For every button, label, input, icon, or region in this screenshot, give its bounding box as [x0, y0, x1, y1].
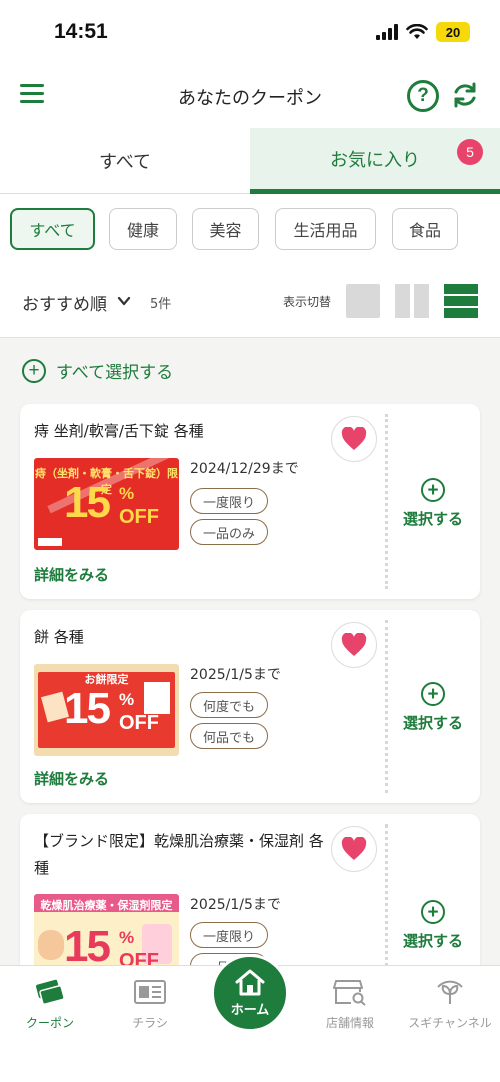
nav-flyer[interactable]: チラシ	[100, 978, 200, 1031]
coupon-title: 【ブランド限定】乾燥肌治療薬・保湿剤 各種	[34, 832, 324, 877]
status-time: 14:51	[54, 20, 108, 43]
filter-food[interactable]: 食品	[392, 208, 458, 250]
select-all-button[interactable]: + すべて選択する	[22, 358, 173, 383]
filter-daily-goods[interactable]: 生活用品	[275, 208, 376, 250]
coupon-image-percent-sign: %	[119, 484, 135, 503]
plus-circle-icon: +	[421, 900, 445, 924]
sort-dropdown[interactable]: おすすめ順	[22, 290, 107, 315]
coupon-select-button[interactable]: + 選択する	[398, 900, 468, 951]
tab-all[interactable]: すべて	[0, 128, 250, 194]
nav-store-info[interactable]: 店舗情報	[300, 978, 400, 1031]
wifi-icon	[406, 24, 428, 39]
result-count: 5件	[150, 297, 172, 312]
coupon-select-button[interactable]: + 選択する	[398, 478, 468, 529]
nav-flyer-label: チラシ	[132, 1016, 168, 1030]
favorite-heart-icon[interactable]	[331, 826, 377, 872]
coupon-icon	[36, 979, 65, 1005]
flyer-icon	[134, 980, 166, 1004]
nav-coupon-label: クーポン	[25, 1016, 74, 1030]
coupon-image-caption: 乾燥肌治療薬・保湿剤限定	[40, 899, 173, 912]
status-bar: 14:51 20	[0, 0, 500, 64]
favorite-heart-icon[interactable]	[331, 622, 377, 668]
coupon-detail-link[interactable]: 詳細をみる	[34, 564, 109, 585]
nav-channel-label: スギチャンネル	[408, 1016, 492, 1030]
view-toggle-label: 表示切替	[283, 295, 332, 309]
coupon-tag: 何度でも	[190, 692, 269, 718]
coupon-tag: 何品でも	[190, 723, 269, 749]
nav-home-label: ホーム	[230, 1003, 270, 1018]
category-filters: すべて 健康 美容 生活用品 食品	[0, 194, 500, 264]
coupon-expiry: 2025/1/5まで	[190, 897, 281, 913]
coupon-select-label: 選択する	[402, 932, 463, 950]
coupon-select-button[interactable]: + 選択する	[398, 682, 468, 733]
nav-home[interactable]: ホーム	[211, 954, 289, 1032]
filter-health[interactable]: 健康	[109, 208, 177, 250]
coupon-detail-link[interactable]: 詳細をみる	[34, 768, 109, 789]
filter-beauty[interactable]: 美容	[192, 208, 259, 250]
coupon-image: お餅限定 15 % OFF	[34, 664, 179, 756]
coupon-image-off: OFF	[119, 506, 159, 528]
coupon-card: 痔 坐剤/軟膏/舌下錠 各種 痔（坐剤・軟膏・舌下錠）限定 15 % OFF 2…	[20, 404, 480, 599]
coupon-image-percent: 15	[64, 684, 111, 733]
chevron-down-icon[interactable]	[117, 294, 131, 308]
coupon-image-percent: 15	[64, 478, 111, 527]
coupon-divider	[385, 620, 388, 793]
status-icons: 20	[376, 22, 470, 42]
plus-circle-icon: +	[22, 358, 46, 383]
two-column-view-icon[interactable]	[395, 284, 429, 318]
coupon-card: 餅 各種 お餅限定 15 % OFF 2025/1/5まで 何度でも 何品でも …	[20, 610, 480, 803]
coupon-image: 痔（坐剤・軟膏・舌下錠）限定 15 % OFF	[34, 458, 179, 550]
home-icon	[235, 969, 265, 996]
grid-view-icon[interactable]	[346, 284, 380, 318]
coupon-select-label: 選択する	[402, 714, 463, 732]
select-all-label: すべて選択する	[56, 363, 174, 383]
app-header: あなたのクーポン ?	[0, 64, 500, 128]
coupon-image-label	[38, 538, 62, 546]
coupon-title: 痔 坐剤/軟膏/舌下錠 各種	[34, 422, 204, 440]
filter-all[interactable]: すべて	[10, 208, 95, 250]
coupon-select-label: 選択する	[402, 510, 463, 528]
coupon-image-percent-sign: %	[119, 928, 135, 947]
nav-coupon[interactable]: クーポン	[0, 978, 100, 1031]
signal-icon	[376, 24, 398, 40]
coupon-image-off: OFF	[119, 712, 159, 734]
nav-channel[interactable]: スギチャンネル	[400, 978, 500, 1031]
channel-icon	[437, 980, 463, 1004]
coupon-expiry: 2024/12/29まで	[190, 461, 299, 477]
coupon-tag: 一度限り	[190, 922, 269, 948]
plus-circle-icon: +	[421, 682, 445, 706]
coupon-tag: 一度限り	[190, 488, 269, 514]
coupon-divider	[385, 414, 388, 589]
coupon-image-percent-sign: %	[119, 690, 135, 709]
bottom-navigation: クーポン チラシ ホーム 店舗情報 スギチャンネル	[0, 954, 500, 1082]
refresh-icon[interactable]	[450, 80, 480, 110]
favorites-count-badge: 5	[457, 139, 483, 165]
help-icon[interactable]: ?	[407, 80, 439, 112]
sort-bar: おすすめ順 5件 表示切替	[0, 264, 500, 338]
tab-bar: すべて お気に入り	[0, 128, 500, 194]
coupon-expiry: 2025/1/5まで	[190, 667, 281, 683]
store-search-icon	[333, 980, 366, 1006]
coupon-tag: 一品のみ	[190, 519, 269, 545]
favorite-heart-icon[interactable]	[331, 416, 377, 462]
list-view-icon[interactable]	[444, 284, 478, 318]
battery-icon: 20	[436, 22, 470, 42]
coupon-title: 餅 各種	[34, 628, 84, 646]
plus-circle-icon: +	[421, 478, 445, 502]
nav-store-info-label: 店舗情報	[325, 1016, 374, 1030]
